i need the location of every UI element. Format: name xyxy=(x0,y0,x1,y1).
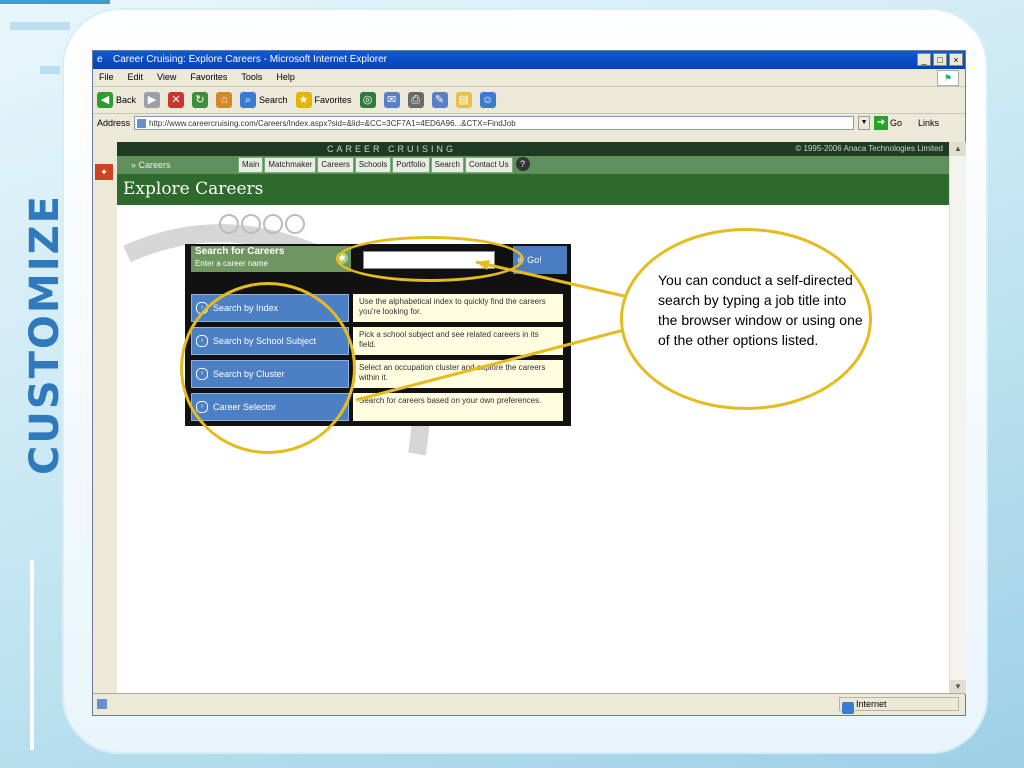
home-icon: ⌂ xyxy=(216,92,233,108)
toolbar-item-print[interactable]: ⎙ xyxy=(407,92,424,108)
address-label: Address xyxy=(97,118,131,128)
toolbar-item-edit[interactable]: ✎ xyxy=(431,92,448,108)
search-subheading: Enter a career name xyxy=(195,259,268,268)
status-bar: Internet xyxy=(93,693,965,715)
toolbar-item-folder[interactable]: ▤ xyxy=(455,92,472,108)
go-button[interactable]: ➜ Go xyxy=(874,116,902,130)
status-zone-label: Internet xyxy=(856,699,887,709)
highlight-ellipse-search-box xyxy=(336,236,524,282)
toolbar-item-messenger[interactable]: ☺ xyxy=(479,92,496,108)
toolbar-item-mail[interactable]: ✉ xyxy=(383,92,400,108)
ie-icon: e xyxy=(97,54,103,65)
refresh-icon: ↻ xyxy=(192,92,209,108)
search-row-description: Select an occupation cluster and explore… xyxy=(353,360,563,388)
decor-top-bar xyxy=(0,0,110,4)
toolbar-item-star[interactable]: ★ Favorites xyxy=(295,92,352,108)
toolbar-item-refresh[interactable]: ↻ xyxy=(192,92,209,108)
address-bar: Address http://www.careercruising.com/Ca… xyxy=(93,114,965,132)
site-brand: CAREER CRUISING xyxy=(327,144,457,154)
menu-file[interactable]: File xyxy=(99,69,114,86)
address-dropdown-icon[interactable]: ▼ xyxy=(858,116,871,130)
toolbar-item-home[interactable]: ⌂ xyxy=(216,92,233,108)
toolbar-item-stop[interactable]: ✕ xyxy=(168,92,185,108)
decor-bar xyxy=(10,22,70,30)
minimize-button[interactable]: _ xyxy=(917,53,931,66)
toolbar-item-media[interactable]: ◎ xyxy=(359,92,376,108)
toolbar: ◀ Back ▶ ✕ ↻ ⌂ ⌕ Search ★ Favorites ◎ ✉ ⎙ ✎ ▤ ☺ xyxy=(93,87,965,114)
mail-icon: ✉ xyxy=(383,92,400,108)
edit-icon: ✎ xyxy=(431,92,448,108)
toolbar-item-label: Favorites xyxy=(314,95,352,105)
folder-icon: ▤ xyxy=(455,92,472,108)
window-title: Career Cruising: Explore Careers - Micro… xyxy=(113,54,387,65)
toolbar-item-label: Search xyxy=(259,95,288,105)
stop-icon: ✕ xyxy=(168,92,185,108)
search-row-description: Use the alphabetical index to quickly fi… xyxy=(353,294,563,322)
vertical-scrollbar[interactable]: ▲ ▼ xyxy=(949,142,966,694)
nav-tab-matchmaker[interactable]: Matchmaker xyxy=(264,157,317,173)
status-page-icon xyxy=(97,699,107,709)
menu-help[interactable]: Help xyxy=(276,69,295,86)
annotation-text: You can conduct a self-directed search b… xyxy=(658,272,863,348)
messenger-icon: ☺ xyxy=(479,92,496,108)
links-label[interactable]: Links xyxy=(918,118,939,128)
toolbar-item-label: Back xyxy=(116,95,137,105)
search-heading-block: Search for Careers Enter a career name xyxy=(191,246,351,272)
close-button[interactable]: × xyxy=(949,53,963,66)
nav-careers[interactable]: » Careers xyxy=(131,158,171,172)
go-arrow-icon: ➜ xyxy=(874,116,889,130)
nav-tab-portfolio[interactable]: Portfolio xyxy=(392,157,430,173)
menu-view[interactable]: View xyxy=(157,69,176,86)
toolbar-item-back-arrow[interactable]: ◀ Back xyxy=(97,92,136,108)
menu-edit[interactable]: Edit xyxy=(128,69,144,86)
address-input[interactable]: http://www.careercruising.com/Careers/In… xyxy=(134,116,855,130)
menu-bar: File Edit View Favorites Tools Help ⚑ xyxy=(93,69,965,87)
slide-vertical-title: CUSTOMIZE xyxy=(22,194,68,475)
menu-favorites[interactable]: Favorites xyxy=(190,69,227,86)
menu-tools[interactable]: Tools xyxy=(241,69,262,86)
windows-logo-icon: ⚑ xyxy=(937,70,959,86)
search-row-description: Search for careers based on your own pre… xyxy=(353,393,563,421)
star-icon: ★ xyxy=(295,92,312,108)
print-icon: ⎙ xyxy=(407,92,424,108)
highlight-ellipse-options xyxy=(180,282,356,454)
nav-tab-main[interactable]: Main xyxy=(238,157,264,173)
forward-arrow-icon: ▶ xyxy=(144,92,161,108)
nav-tab-careers[interactable]: Careers xyxy=(317,157,354,173)
search-row-description: Pick a school subject and see related ca… xyxy=(353,327,563,355)
left-gutter: ✦ xyxy=(93,142,117,694)
nav-tab-contact-us[interactable]: Contact Us xyxy=(465,157,513,173)
search-icon: ⌕ xyxy=(240,92,257,108)
help-icon[interactable]: ? xyxy=(515,157,530,171)
site-header: CAREER CRUISING © 1995-2006 Anaca Techno… xyxy=(117,142,949,156)
page-icon xyxy=(137,119,147,128)
search-heading: Search for Careers xyxy=(195,246,285,257)
scroll-down-icon[interactable]: ▼ xyxy=(950,680,966,694)
search-go-label: Go! xyxy=(527,255,542,265)
go-label: Go xyxy=(890,118,903,128)
status-zone: Internet xyxy=(839,697,959,714)
address-value: http://www.careercruising.com/Careers/In… xyxy=(149,119,516,128)
toolbar-item-forward-arrow[interactable]: ▶ xyxy=(144,92,161,108)
decor-bar xyxy=(40,66,60,74)
site-copyright: © 1995-2006 Anaca Technologies Limited xyxy=(795,144,943,153)
nav-tab-search[interactable]: Search xyxy=(430,157,464,173)
page-title: Explore Careers xyxy=(117,174,949,205)
toolbar-item-search[interactable]: ⌕ Search xyxy=(240,92,288,108)
scroll-up-icon[interactable]: ▲ xyxy=(950,142,966,156)
media-icon: ◎ xyxy=(359,92,376,108)
career-cruising-logo-icon: ✦ xyxy=(95,164,113,180)
back-arrow-icon: ◀ xyxy=(97,92,113,108)
maximize-button[interactable]: □ xyxy=(933,53,947,66)
nav-tab-schools[interactable]: Schools xyxy=(354,157,392,173)
window-titlebar: e Career Cruising: Explore Careers - Mic… xyxy=(93,51,965,69)
site-navbar: » Careers Main Matchmaker Careers School… xyxy=(117,156,949,174)
internet-globe-icon xyxy=(842,702,854,714)
decor-line xyxy=(30,560,34,750)
